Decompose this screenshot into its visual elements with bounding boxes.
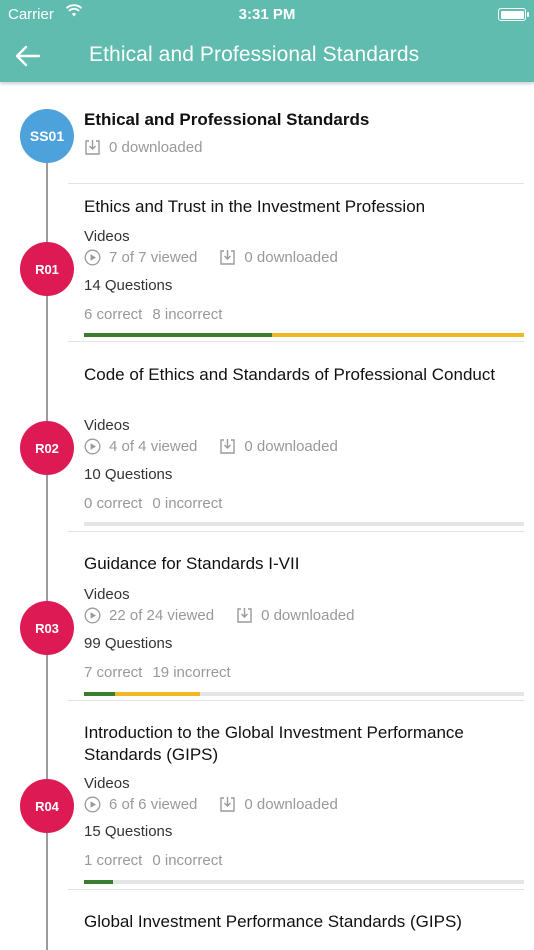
incorrect-count: 0 incorrect [152,852,223,869]
score-summary: 6 correct 8 incorrect [84,306,222,323]
arrow-left-icon[interactable] [12,42,44,70]
reading-title: Introduction to the Global Investment Pe… [84,723,464,764]
download-count: 0 downloaded [244,796,338,813]
section-title: Ethical and Professional Standards [84,110,370,129]
download-count: 0 downloaded [261,607,355,624]
play-circle-icon [84,796,101,813]
incorrect-count: 19 incorrect [152,664,231,681]
score-summary: 0 correct 0 incorrect [84,495,222,512]
correct-segment [84,333,272,337]
correct-count: 7 correct [84,664,143,681]
questions-count: 14 Questions [84,277,173,294]
status-bar: Carrier 3:31 PM [0,0,534,30]
nav-bar: Ethical and Professional Standards [0,30,534,82]
reading-row-r03[interactable]: R03 Guidance for Standards I-VII Videos … [0,532,534,700]
download-box-icon [236,607,253,624]
section-download-info: 0 downloaded [84,139,202,156]
correct-count: 1 correct [84,852,143,869]
correct-segment [84,880,114,884]
viewed-count: 7 of 7 viewed [109,249,198,266]
correct-count: 0 correct [84,495,143,512]
page-title: Ethical and Professional Standards [89,43,420,66]
incorrect-segment [115,692,200,696]
score-summary: 7 correct 19 incorrect [84,664,231,681]
battery-icon [498,8,529,21]
videos-label: Videos [84,228,130,245]
questions-count: 15 Questions [84,823,173,840]
correct-segment [84,692,116,696]
download-box-icon [84,139,101,156]
correct-count: 6 correct [84,306,143,323]
reading-row-r01[interactable]: R01 Ethics and Trust in the Investment P… [0,186,534,340]
video-progress: 4 of 4 viewed 0 downloaded [84,438,338,455]
incorrect-segment [271,333,524,337]
reading-row-r02[interactable]: R02 Code of Ethics and Standards of Prof… [0,342,534,528]
reading-badge: R04 [20,779,74,833]
viewed-count: 4 of 4 viewed [109,438,198,455]
play-circle-icon [84,607,101,624]
reading-row-r04[interactable]: R04 Introduction to the Global Investmen… [0,701,534,888]
video-progress: 6 of 6 viewed 0 downloaded [84,796,338,813]
reading-badge: R02 [20,421,74,475]
reading-row-r05[interactable]: Global Investment Performance Standards … [0,890,534,950]
video-progress: 7 of 7 viewed 0 downloaded [84,249,338,266]
reading-title: Code of Ethics and Standards of Professi… [84,365,496,384]
score-progress-bar [84,692,524,696]
download-box-icon [219,438,236,455]
videos-label: Videos [84,417,130,434]
viewed-count: 22 of 24 viewed [109,607,215,624]
download-box-icon [219,249,236,266]
questions-count: 10 Questions [84,466,173,483]
score-progress-bar [84,880,524,884]
questions-count: 99 Questions [84,635,173,652]
play-circle-icon [84,438,101,455]
score-progress-bar [84,333,524,337]
section-badge: SS01 [20,109,74,163]
reading-title: Guidance for Standards I-VII [84,554,300,573]
reading-badge: R03 [20,601,74,655]
viewed-count: 6 of 6 viewed [109,796,198,813]
reading-title: Global Investment Performance Standards … [84,912,462,931]
incorrect-count: 0 incorrect [152,495,223,512]
clock: 3:31 PM [238,6,296,23]
score-progress-bar [84,522,524,526]
download-count: 0 downloaded [244,249,338,266]
download-count: 0 downloaded [109,139,203,156]
download-box-icon [219,796,236,813]
play-circle-icon [84,249,101,266]
readings-list: SS01 Ethical and Professional Standards … [0,82,534,950]
videos-label: Videos [84,775,130,792]
incorrect-count: 8 incorrect [152,306,223,323]
reading-title: Ethics and Trust in the Investment Profe… [84,197,426,216]
video-progress: 22 of 24 viewed 0 downloaded [84,607,355,624]
download-count: 0 downloaded [244,438,338,455]
videos-label: Videos [84,586,130,603]
section-row[interactable]: SS01 Ethical and Professional Standards … [0,100,534,186]
divider [68,183,524,184]
score-summary: 1 correct 0 incorrect [84,852,222,869]
reading-badge: R01 [20,242,74,296]
